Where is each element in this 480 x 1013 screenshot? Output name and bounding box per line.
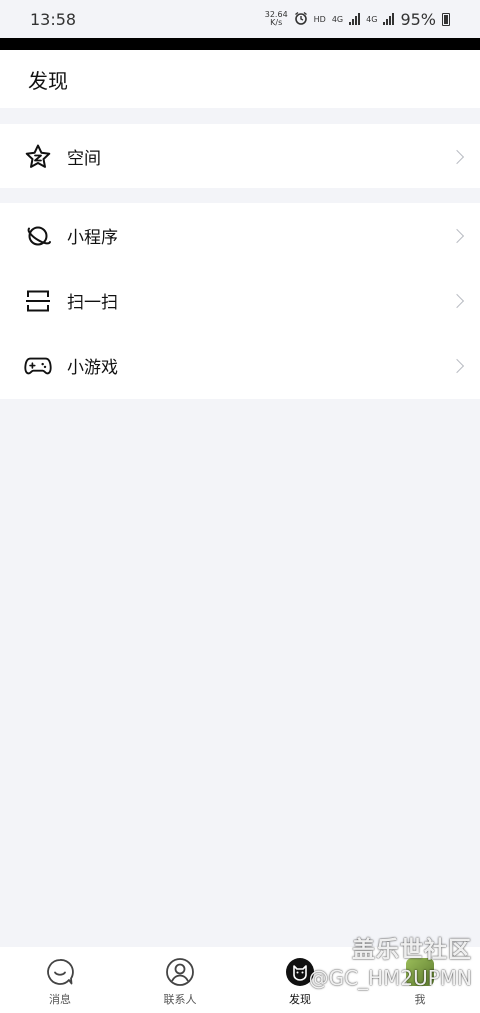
- chevron-right-icon: [449, 293, 465, 308]
- message-icon: [45, 957, 75, 987]
- section-space: 空间: [0, 124, 480, 188]
- network-type-2: 4G: [366, 14, 378, 24]
- alarm-icon: [294, 10, 308, 29]
- signal-icon: [349, 13, 361, 25]
- contacts-icon: [165, 957, 195, 987]
- chevron-right-icon: [449, 358, 465, 373]
- section-tools: 小程序 扫一扫 小游戏: [0, 203, 480, 399]
- list-item-space[interactable]: 空间: [0, 124, 480, 189]
- status-divider: [0, 38, 480, 50]
- bottom-tab-bar: 消息 联系人 发现 我: [0, 947, 480, 1013]
- chevron-right-icon: [449, 228, 465, 243]
- status-bar: 13:58 32.64 K/s HD 4G 4G 95%: [0, 0, 480, 38]
- battery-icon: [442, 12, 450, 26]
- discover-icon: [285, 957, 315, 987]
- planet-icon: [24, 222, 52, 250]
- tab-me[interactable]: 我: [360, 947, 480, 1013]
- net-speed: 32.64 K/s: [264, 10, 288, 27]
- list-item-label: 扫一扫: [67, 293, 118, 313]
- list-item-label: 小程序: [67, 228, 118, 248]
- scan-icon: [24, 287, 52, 315]
- list-item-scan[interactable]: 扫一扫: [0, 268, 480, 333]
- tab-discover[interactable]: 发现: [240, 947, 360, 1013]
- network-type-1: 4G: [331, 14, 344, 24]
- signal-icon: [383, 13, 395, 25]
- list-item-label: 小游戏: [67, 358, 118, 378]
- gamepad-icon: [24, 352, 52, 380]
- battery-percent: 95%: [400, 9, 436, 29]
- me-avatar: [405, 957, 435, 987]
- chevron-right-icon: [449, 149, 465, 164]
- list-item-label: 空间: [67, 149, 101, 169]
- page-title: 发现: [28, 68, 68, 93]
- star-icon: [24, 143, 52, 171]
- avatar: [406, 958, 434, 986]
- status-icons: 32.64 K/s HD 4G 4G 95%: [265, 10, 450, 29]
- tab-messages[interactable]: 消息: [0, 947, 120, 1013]
- hd-indicator: HD: [313, 14, 326, 24]
- tab-contacts[interactable]: 联系人: [120, 947, 240, 1013]
- page-header: 发现: [0, 50, 480, 108]
- list-item-mini-program[interactable]: 小程序: [0, 203, 480, 268]
- status-time: 13:58: [30, 9, 77, 29]
- list-item-mini-games[interactable]: 小游戏: [0, 333, 480, 398]
